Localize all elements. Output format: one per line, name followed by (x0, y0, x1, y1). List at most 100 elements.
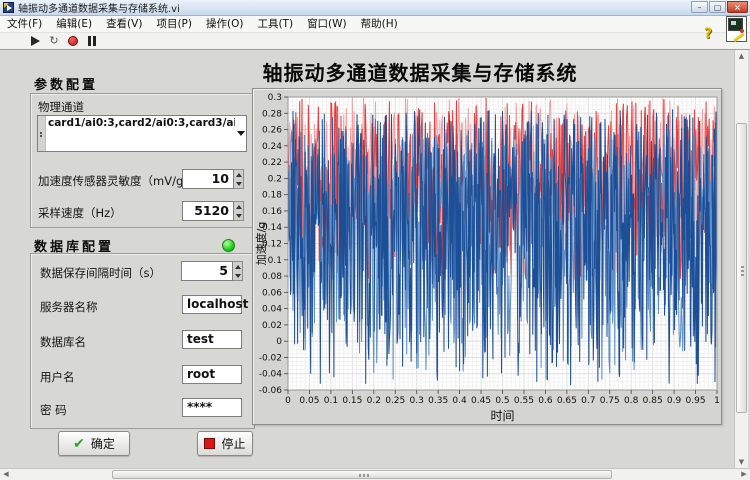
labview-window: 轴振动多通道数据采集与存储系统.vi – ▢ × 文件(F)编辑(E)查看(V)… (0, 0, 750, 480)
y-tick-label: 0.08 (262, 272, 282, 282)
ok-button-label: 确定 (91, 435, 115, 452)
x-tick-label: 0.35 (428, 396, 448, 406)
context-help-icon[interactable]: ? (704, 26, 712, 42)
save-interval-spinner-down[interactable] (233, 271, 242, 280)
y-axis-label: 加速度/g (254, 222, 268, 266)
menu-item-project[interactable]: 项目(P) (149, 17, 199, 32)
chevron-down-icon[interactable] (235, 116, 246, 151)
close-button[interactable]: × (727, 1, 748, 13)
sample-rate-input[interactable]: 5120 (182, 201, 234, 221)
x-axis-label: 时间 (490, 409, 514, 423)
password-label: 密 码 (40, 402, 67, 418)
toolbar: ↻ (0, 33, 750, 50)
x-tick-label: 0.7 (581, 396, 595, 406)
y-tick-label: -0.02 (259, 353, 282, 363)
y-tick-label: 0.04 (262, 305, 282, 315)
menu-item-operate[interactable]: 操作(O) (199, 17, 250, 32)
ok-button[interactable]: ✔ 确定 (58, 431, 130, 456)
maximize-button[interactable]: ▢ (709, 1, 726, 13)
x-tick-label: 0 (285, 396, 291, 406)
x-tick-label: 0.1 (324, 396, 338, 406)
sensitivity-spinner-up[interactable] (234, 170, 243, 179)
pause-button[interactable] (85, 35, 99, 48)
menu-item-window[interactable]: 窗口(W) (300, 17, 354, 32)
y-tick-label: 0.2 (268, 174, 282, 184)
save-interval-input[interactable]: 5 (181, 261, 233, 281)
run-continuous-button[interactable]: ↻ (47, 35, 61, 48)
x-tick-label: 0.55 (514, 396, 534, 406)
run-button[interactable] (28, 35, 42, 48)
user-input[interactable]: root (182, 365, 242, 384)
y-tick-label: 0.16 (262, 207, 282, 217)
x-tick-label: 0.75 (600, 396, 620, 406)
x-tick-label: 0.8 (624, 396, 639, 406)
save-interval-spinner-up[interactable] (233, 262, 242, 271)
chart-canvas: 0 0.05 0.1 0.15 0.2 0.25 0.3 0.35 0.4 0.45 0.5 0.55… (253, 89, 721, 424)
x-tick-label: 0.85 (643, 396, 663, 406)
x-tick-label: 0.25 (385, 396, 405, 406)
x-tick-label: 0.05 (299, 396, 319, 406)
stop-button-label: 停止 (221, 435, 245, 452)
sensitivity-input[interactable]: 10 (182, 169, 234, 189)
x-tick-label: 0.9 (667, 396, 682, 406)
window-title: 轴振动多通道数据采集与存储系统.vi (18, 0, 180, 15)
horizontal-scrollbar-thumb[interactable] (112, 470, 612, 479)
sensitivity-spinner-down[interactable] (234, 179, 243, 188)
scroll-down-icon[interactable]: ▼ (735, 456, 748, 468)
menu-item-file[interactable]: 文件(F) (0, 17, 49, 32)
vertical-scrollbar-thumb[interactable] (736, 123, 747, 413)
db-name-label: 数据库名 (40, 334, 86, 350)
sample-rate-label: 采样速度（Hz） (38, 205, 122, 221)
stop-button[interactable]: 停止 (197, 431, 253, 456)
titlebar: 轴振动多通道数据采集与存储系统.vi – ▢ × (0, 0, 750, 16)
y-tick-label: 0.22 (262, 158, 282, 168)
scroll-left-icon[interactable]: ◀ (0, 469, 12, 480)
scroll-up-icon[interactable]: ▲ (735, 50, 748, 62)
server-input[interactable]: localhost (182, 295, 242, 314)
menu-item-tools[interactable]: 工具(T) (250, 17, 300, 32)
y-tick-label: -0.04 (259, 370, 283, 380)
y-tick-label: 0.02 (262, 321, 282, 331)
minimize-button[interactable]: – (691, 1, 708, 13)
check-icon: ✔ (73, 438, 85, 450)
x-tick-label: 0.5 (495, 396, 509, 406)
physical-channel-label: 物理通道 (38, 99, 84, 115)
x-tick-label: 0.4 (452, 396, 467, 406)
sensitivity-label: 加速度传感器灵敏度（mV/g） (38, 173, 195, 189)
physical-channel-combo[interactable]: card1/ai0:3,card2/ai0:3,card3/ai0:3,card… (37, 115, 247, 152)
y-tick-label: 0.06 (262, 288, 282, 298)
menu-item-help[interactable]: 帮助(H) (354, 17, 405, 32)
scroll-right-icon[interactable]: ▶ (738, 469, 750, 480)
db-name-input[interactable]: test (182, 330, 242, 349)
abort-button[interactable] (66, 35, 80, 48)
x-tick-label: 0.65 (557, 396, 577, 406)
y-tick-label: 0 (276, 337, 282, 347)
save-interval-spinner (233, 261, 243, 281)
x-tick-label: 0.15 (342, 396, 362, 406)
sample-rate-spinner-down[interactable] (234, 211, 243, 220)
save-interval-label: 数据保存间隔时间（s） (40, 265, 161, 281)
y-tick-label: 0.24 (262, 142, 282, 152)
x-tick-label: 0.45 (471, 396, 491, 406)
y-tick-label: 0.3 (268, 93, 282, 103)
stop-square-icon (204, 438, 215, 449)
menubar: 文件(F)编辑(E)查看(V)项目(P)操作(O)工具(T)窗口(W)帮助(H) (0, 16, 750, 33)
y-tick-label: 0.1 (268, 256, 282, 266)
password-input[interactable]: **** (182, 398, 242, 417)
x-tick-label: 1 (714, 396, 720, 406)
y-tick-label: 0.18 (262, 191, 282, 201)
menu-item-view[interactable]: 查看(V) (99, 17, 149, 32)
server-label: 服务器名称 (40, 299, 98, 315)
sample-rate-spinner (234, 201, 244, 221)
physical-channel-value[interactable]: card1/ai0:3,card2/ai0:3,card3/ai0:3,card… (46, 116, 235, 151)
vertical-scrollbar[interactable]: ▲ ▼ (734, 50, 748, 468)
x-tick-label: 0.95 (686, 396, 706, 406)
user-label: 用户名 (40, 369, 75, 385)
sample-rate-spinner-up[interactable] (234, 202, 243, 211)
x-tick-label: 0.3 (410, 396, 424, 406)
y-tick-label: 0.26 (262, 126, 282, 136)
horizontal-scrollbar[interactable]: ◀ ▶ (0, 468, 750, 480)
menu-item-edit[interactable]: 编辑(E) (49, 17, 99, 32)
vi-icon[interactable] (726, 16, 747, 42)
labview-vi-file-icon (3, 2, 14, 13)
